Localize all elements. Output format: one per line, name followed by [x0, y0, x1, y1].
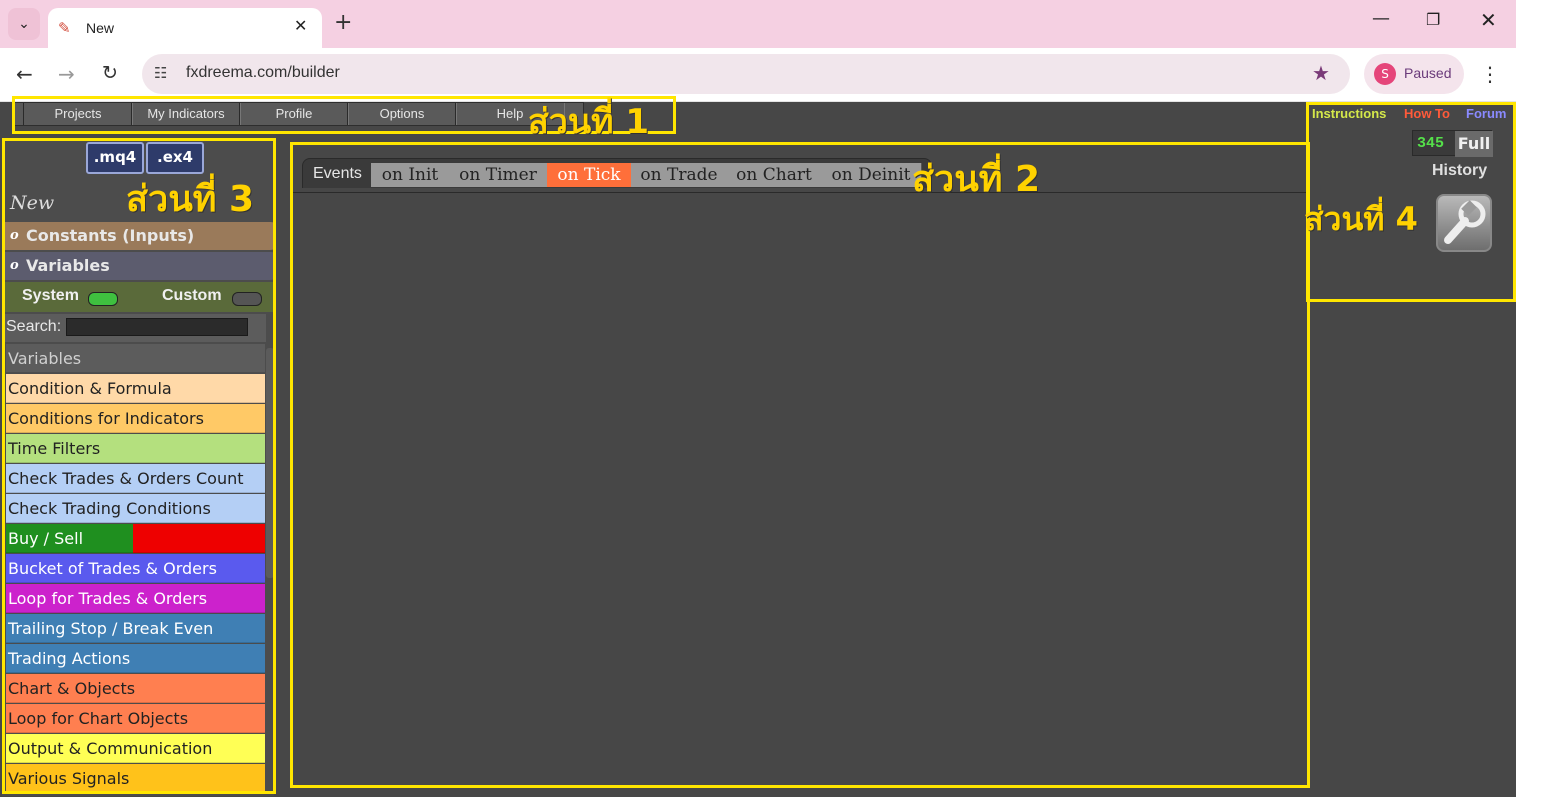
browser-tab[interactable]: ✎ New ✕ [48, 8, 322, 48]
page-margin [1516, 0, 1560, 797]
reload-icon[interactable]: ↻ [102, 62, 118, 84]
tab-close-icon[interactable]: ✕ [294, 16, 307, 35]
tab-list-chevron-down-icon[interactable]: ⌄ [8, 8, 40, 40]
url-text[interactable]: fxdreema.com/builder [186, 64, 340, 82]
tab-title: New [86, 20, 115, 36]
new-tab-plus-icon[interactable]: + [334, 10, 352, 35]
window-minimize-icon[interactable]: — [1372, 8, 1390, 29]
forward-arrow-icon[interactable]: → [58, 62, 75, 86]
window-restore-icon[interactable]: ❐ [1426, 10, 1440, 29]
profile-status: Paused [1404, 65, 1452, 81]
section-2-label: ส่วนที่ 2 [912, 159, 1041, 200]
section-2-highlight [290, 142, 1310, 788]
builder-app: Projects My Indicators Profile Options H… [0, 96, 1516, 797]
back-arrow-icon[interactable]: ← [16, 62, 33, 86]
bookmark-star-icon[interactable]: ★ [1312, 61, 1330, 85]
section-3-highlight [2, 138, 276, 794]
favicon-icon: ✎ [58, 19, 71, 37]
section-3-label: ส่วนที่ 3 [126, 179, 255, 220]
window-close-icon[interactable]: ✕ [1480, 8, 1497, 32]
kebab-menu-icon[interactable]: ⋮ [1480, 62, 1500, 86]
site-info-tune-icon[interactable]: ☷ [154, 64, 167, 82]
browser-tab-bar: ⌄ ✎ New ✕ + — ❐ ✕ [0, 0, 1516, 48]
browser-toolbar: ← → ↻ ☷ fxdreema.com/builder ★ S Paused … [0, 48, 1516, 102]
avatar: S [1374, 63, 1396, 85]
address-bar[interactable]: ☷ fxdreema.com/builder ★ [142, 54, 1350, 94]
profile-button[interactable]: S Paused [1364, 54, 1464, 94]
section-4-label: ส่วนที่ 4 [1304, 200, 1418, 238]
section-1-label: ส่วนที่ 1 [528, 102, 649, 142]
